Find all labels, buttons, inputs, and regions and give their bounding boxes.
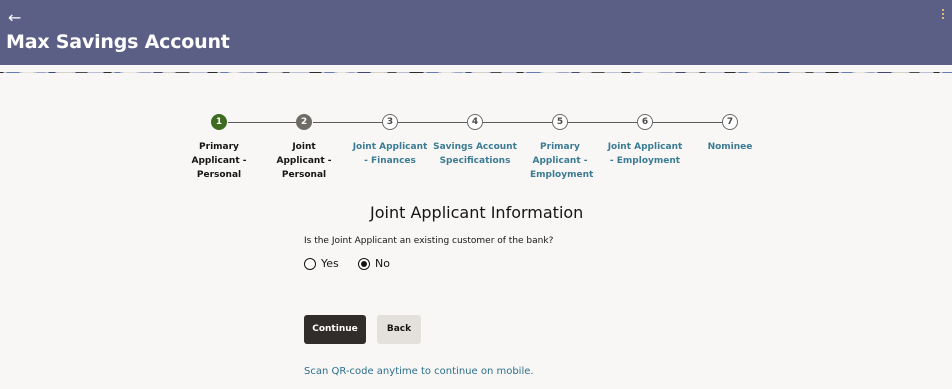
step-label: Primary Applicant - Employment: [530, 142, 594, 180]
step-joint-employment[interactable]: 6 Joint Applicant - Employment: [599, 114, 691, 168]
step-number: 3: [382, 114, 398, 130]
step-label: Nominee: [707, 142, 753, 152]
step-number: 2: [296, 114, 312, 130]
step-number: 7: [722, 114, 738, 130]
radio-no[interactable]: No: [358, 257, 390, 270]
step-primary-personal[interactable]: 1 Primary Applicant - Personal: [173, 114, 265, 182]
step-number: 5: [552, 114, 568, 130]
radio-unchecked-icon: [304, 257, 316, 270]
step-number: 1: [211, 114, 227, 130]
existing-customer-question: Is the Joint Applicant an existing custo…: [304, 236, 554, 246]
step-label: Savings Account Specifications: [433, 142, 517, 166]
step-label: Joint Applicant - Employment: [607, 142, 683, 166]
step-nominee[interactable]: 7 Nominee: [684, 114, 776, 154]
step-joint-finances[interactable]: 3 Joint Applicant - Finances: [344, 114, 436, 168]
step-savings-specs[interactable]: 4 Savings Account Specifications: [429, 114, 521, 168]
step-joint-personal[interactable]: 2 Joint Applicant - Personal: [258, 114, 350, 182]
back-button[interactable]: Back: [377, 315, 421, 344]
step-label: Joint Applicant - Personal: [276, 142, 332, 180]
qr-code-link[interactable]: Scan QR-code anytime to continue on mobi…: [304, 366, 534, 377]
progress-stepper: 1 Primary Applicant - Personal 2 Joint A…: [0, 0, 952, 190]
step-number: 4: [467, 114, 483, 130]
continue-button[interactable]: Continue: [304, 315, 366, 344]
radio-yes[interactable]: Yes: [304, 257, 339, 270]
section-title: Joint Applicant Information: [370, 203, 584, 222]
radio-no-label: No: [375, 257, 390, 270]
radio-yes-label: Yes: [321, 257, 339, 270]
step-number: 6: [637, 114, 653, 130]
radio-checked-icon: [358, 257, 370, 270]
step-primary-employment[interactable]: 5 Primary Applicant - Employment: [514, 114, 606, 182]
step-label: Joint Applicant - Finances: [352, 142, 428, 166]
step-label: Primary Applicant - Personal: [191, 142, 247, 180]
